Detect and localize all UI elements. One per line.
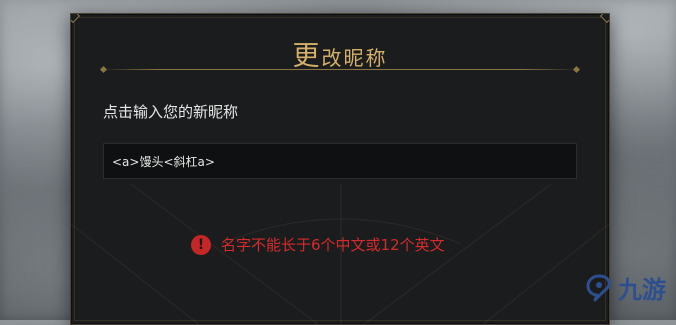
watermark-text: 九游 [618,276,666,304]
warning-icon: ! [191,234,211,255]
corner-ornament-right [599,14,609,24]
title-rest: 改昵称 [321,45,388,70]
rename-dialog: 更改昵称 点击输入您的新昵称 ! 名字不能长于6个中文或12个英文 [70,13,610,325]
dialog-header: 更改昵称 [71,34,609,73]
jiuyou-logo-icon [586,274,611,301]
corner-ornament-left [71,14,81,24]
jiuyou-watermark: 九游 [584,270,666,305]
error-message-row: ! 名字不能长于6个中文或12个英文 [191,234,445,255]
title-divider [99,65,581,74]
nickname-prompt: 点击输入您的新昵称 [103,103,239,121]
error-message: 名字不能长于6个中文或12个英文 [221,236,445,254]
nickname-input[interactable] [103,143,577,179]
dialog-title: 更改昵称 [293,34,388,73]
title-initial: 更 [292,40,322,72]
